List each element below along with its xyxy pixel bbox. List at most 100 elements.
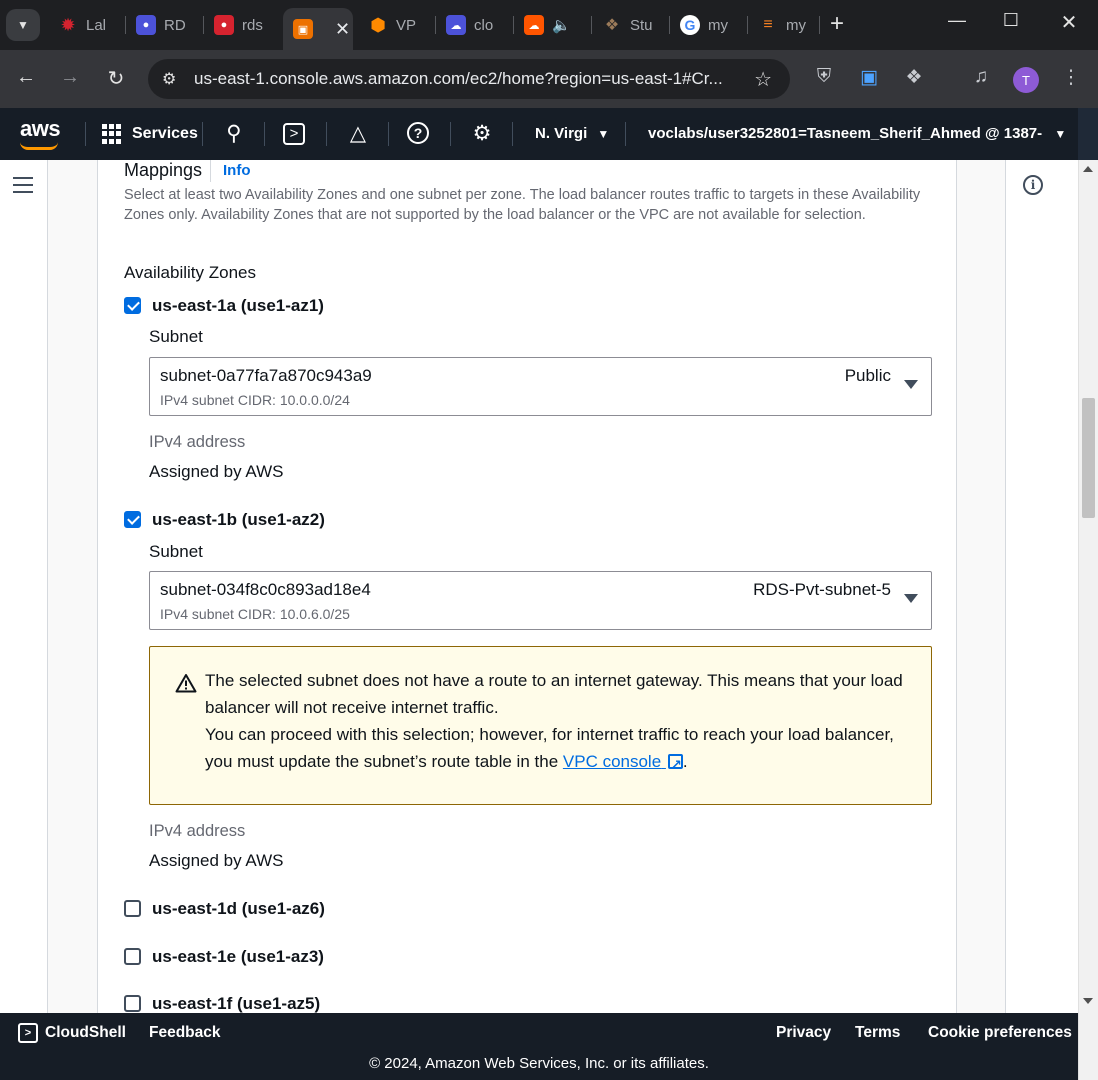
browser-tab-10[interactable]: ≡ my: [748, 8, 818, 42]
site-settings-icon[interactable]: ⚙: [162, 69, 176, 89]
side-navigation-rail: [0, 160, 48, 1013]
cloud-icon: ☁: [446, 15, 466, 35]
browser-tab-5[interactable]: ⬢ VP: [358, 8, 436, 42]
browser-tab-9[interactable]: G my: [670, 8, 748, 42]
scrollbar-thumb[interactable]: [1082, 398, 1095, 518]
tab-title: clo: [474, 16, 494, 34]
services-grid-icon[interactable]: [102, 124, 122, 144]
browser-tab-8[interactable]: ❖ Stu: [592, 8, 670, 42]
browser-tab-active[interactable]: ▣ ✕: [283, 8, 353, 50]
checkbox-us-east-1d[interactable]: [124, 900, 141, 917]
notifications-bell-icon[interactable]: △: [345, 121, 371, 146]
aws-top-navigation: aws Services ⚲ > △ ? ⚙ N. Virgi ▼ voclab…: [0, 108, 1078, 160]
new-tab-plus-icon[interactable]: +: [830, 10, 844, 38]
mappings-info-link[interactable]: Info: [210, 160, 251, 182]
browser-tab-6[interactable]: ☁ clo: [436, 8, 514, 42]
stackoverflow-icon: ≡: [763, 16, 773, 33]
soundcloud-icon: ☁: [524, 15, 544, 35]
profile-avatar[interactable]: T: [1013, 67, 1039, 93]
ipv4-address-value: Assigned by AWS: [149, 462, 284, 481]
az-label-us-east-1a: us-east-1a (use1-az1): [152, 296, 324, 315]
browser-toolbar: ← → ↻ ⚙ us-east-1.console.aws.amazon.com…: [0, 50, 1098, 108]
maximize-icon[interactable]: ☐: [991, 10, 1031, 31]
privacy-link[interactable]: Privacy: [776, 1024, 831, 1042]
mappings-heading: Mappings: [124, 160, 203, 180]
subnet-cidr: IPv4 subnet CIDR: 10.0.6.0/25: [160, 606, 350, 622]
subnet-select-us-east-1b[interactable]: subnet-034f8c0c893ad18e4 IPv4 subnet CID…: [149, 571, 932, 630]
browser-menu-kebab-icon[interactable]: ⋮: [1057, 66, 1085, 89]
az-label-us-east-1d: us-east-1d (use1-az6): [152, 899, 325, 918]
services-menu-button[interactable]: Services: [132, 125, 198, 143]
rds-icon: ●: [214, 15, 234, 35]
no-internet-gateway-warning: The selected subnet does not have a rout…: [149, 646, 932, 805]
aws-logo[interactable]: aws: [18, 116, 62, 152]
help-panel-rail: i: [1005, 160, 1078, 1013]
terms-link[interactable]: Terms: [855, 1024, 900, 1042]
checkbox-us-east-1e[interactable]: [124, 948, 141, 965]
ipv4-address-label: IPv4 address: [149, 822, 246, 840]
google-icon: G: [680, 15, 700, 35]
settings-gear-icon[interactable]: ⚙: [469, 121, 495, 146]
warning-triangle-icon: [175, 674, 197, 693]
browser-tab-strip: ▼ ✹ Lal ● RD ● rds ▣ ✕ ⬢ VP ☁ clo ☁ 🔈 ❖ …: [0, 0, 1098, 50]
checkbox-us-east-1f[interactable]: [124, 995, 141, 1012]
caret-down-icon: [904, 380, 918, 389]
subnet-id: subnet-0a77fa7a870c943a9: [160, 366, 372, 385]
bookmark-star-icon[interactable]: ☆: [754, 67, 772, 92]
minimize-icon[interactable]: —: [937, 10, 977, 31]
tab-title: Stu: [630, 16, 653, 34]
subnet-cidr: IPv4 subnet CIDR: 10.0.0.0/24: [160, 392, 350, 408]
feedback-link[interactable]: Feedback: [149, 1024, 221, 1042]
checkbox-us-east-1a[interactable]: [124, 297, 141, 314]
browser-tab-1[interactable]: ✹ Lal: [48, 8, 126, 42]
info-panel-icon[interactable]: i: [1023, 175, 1043, 195]
network-mapping-panel: Mappings Info Select at least two Availa…: [97, 160, 957, 1013]
search-icon[interactable]: ⚲: [221, 121, 247, 146]
media-control-icon[interactable]: ♫: [967, 66, 995, 88]
vpc-icon: ⬢: [370, 14, 386, 35]
speaker-icon: 🔈: [552, 17, 571, 34]
cloudshell-link[interactable]: CloudShell: [45, 1024, 126, 1042]
forward-arrow-icon[interactable]: →: [57, 66, 83, 89]
caret-down-icon: [904, 594, 918, 603]
subnet-select-us-east-1a[interactable]: subnet-0a77fa7a870c943a9 IPv4 subnet CID…: [149, 357, 932, 416]
tab-title: rds: [242, 16, 263, 34]
subnet-label: Subnet: [149, 327, 203, 346]
az-label-us-east-1e: us-east-1e (use1-az3): [152, 947, 324, 966]
scroll-down-arrow-icon[interactable]: [1083, 998, 1093, 1004]
rds-icon: ●: [136, 15, 156, 35]
page-scrollbar[interactable]: [1078, 160, 1098, 1080]
scroll-up-arrow-icon[interactable]: [1083, 166, 1093, 172]
hamburger-menu-icon[interactable]: [13, 177, 33, 193]
tab-title: VP: [396, 16, 417, 34]
cloudshell-icon[interactable]: >: [283, 123, 305, 145]
close-tab-icon[interactable]: ✕: [335, 19, 350, 40]
back-arrow-icon[interactable]: ←: [13, 66, 39, 89]
chevron-down-icon: ▼: [1054, 127, 1067, 141]
region-selector[interactable]: N. Virgi ▼: [535, 125, 609, 142]
browser-tab-7[interactable]: ☁ 🔈: [514, 8, 592, 42]
tab-title: my: [708, 16, 728, 34]
reload-icon[interactable]: ↻: [103, 66, 129, 91]
browser-tab-3[interactable]: ● rds: [204, 8, 282, 42]
warning-line-1: The selected subnet does not have a rout…: [205, 671, 903, 717]
cloudshell-icon[interactable]: >: [18, 1023, 38, 1043]
shield-extension-icon[interactable]: ⛨: [810, 66, 838, 88]
checkbox-us-east-1b[interactable]: [124, 511, 141, 528]
extensions-puzzle-icon[interactable]: ❖: [900, 66, 928, 89]
browser-tab-2[interactable]: ● RD: [126, 8, 204, 42]
address-bar[interactable]: ⚙ us-east-1.console.aws.amazon.com/ec2/h…: [148, 59, 790, 99]
cookie-preferences-link[interactable]: Cookie preferences: [928, 1024, 1072, 1042]
account-menu[interactable]: voclabs/user3252801=Tasneem_Sherif_Ahmed…: [648, 125, 1066, 142]
tab-search-chevron-icon[interactable]: ▼: [6, 9, 40, 41]
help-icon[interactable]: ?: [407, 122, 429, 144]
subnet-id: subnet-034f8c0c893ad18e4: [160, 580, 371, 599]
subnet-name-tag: Public: [844, 366, 891, 385]
main-content: Mappings Info Select at least two Availa…: [0, 160, 1078, 1013]
url-text[interactable]: us-east-1.console.aws.amazon.com/ec2/hom…: [194, 69, 723, 89]
window-close-icon[interactable]: ✕: [1049, 10, 1089, 35]
vpc-console-link[interactable]: VPC console: [563, 751, 683, 778]
screenshot-extension-icon[interactable]: ▣: [855, 66, 883, 89]
ec2-icon: ▣: [293, 19, 313, 39]
mappings-description: Select at least two Availability Zones a…: [124, 187, 921, 223]
